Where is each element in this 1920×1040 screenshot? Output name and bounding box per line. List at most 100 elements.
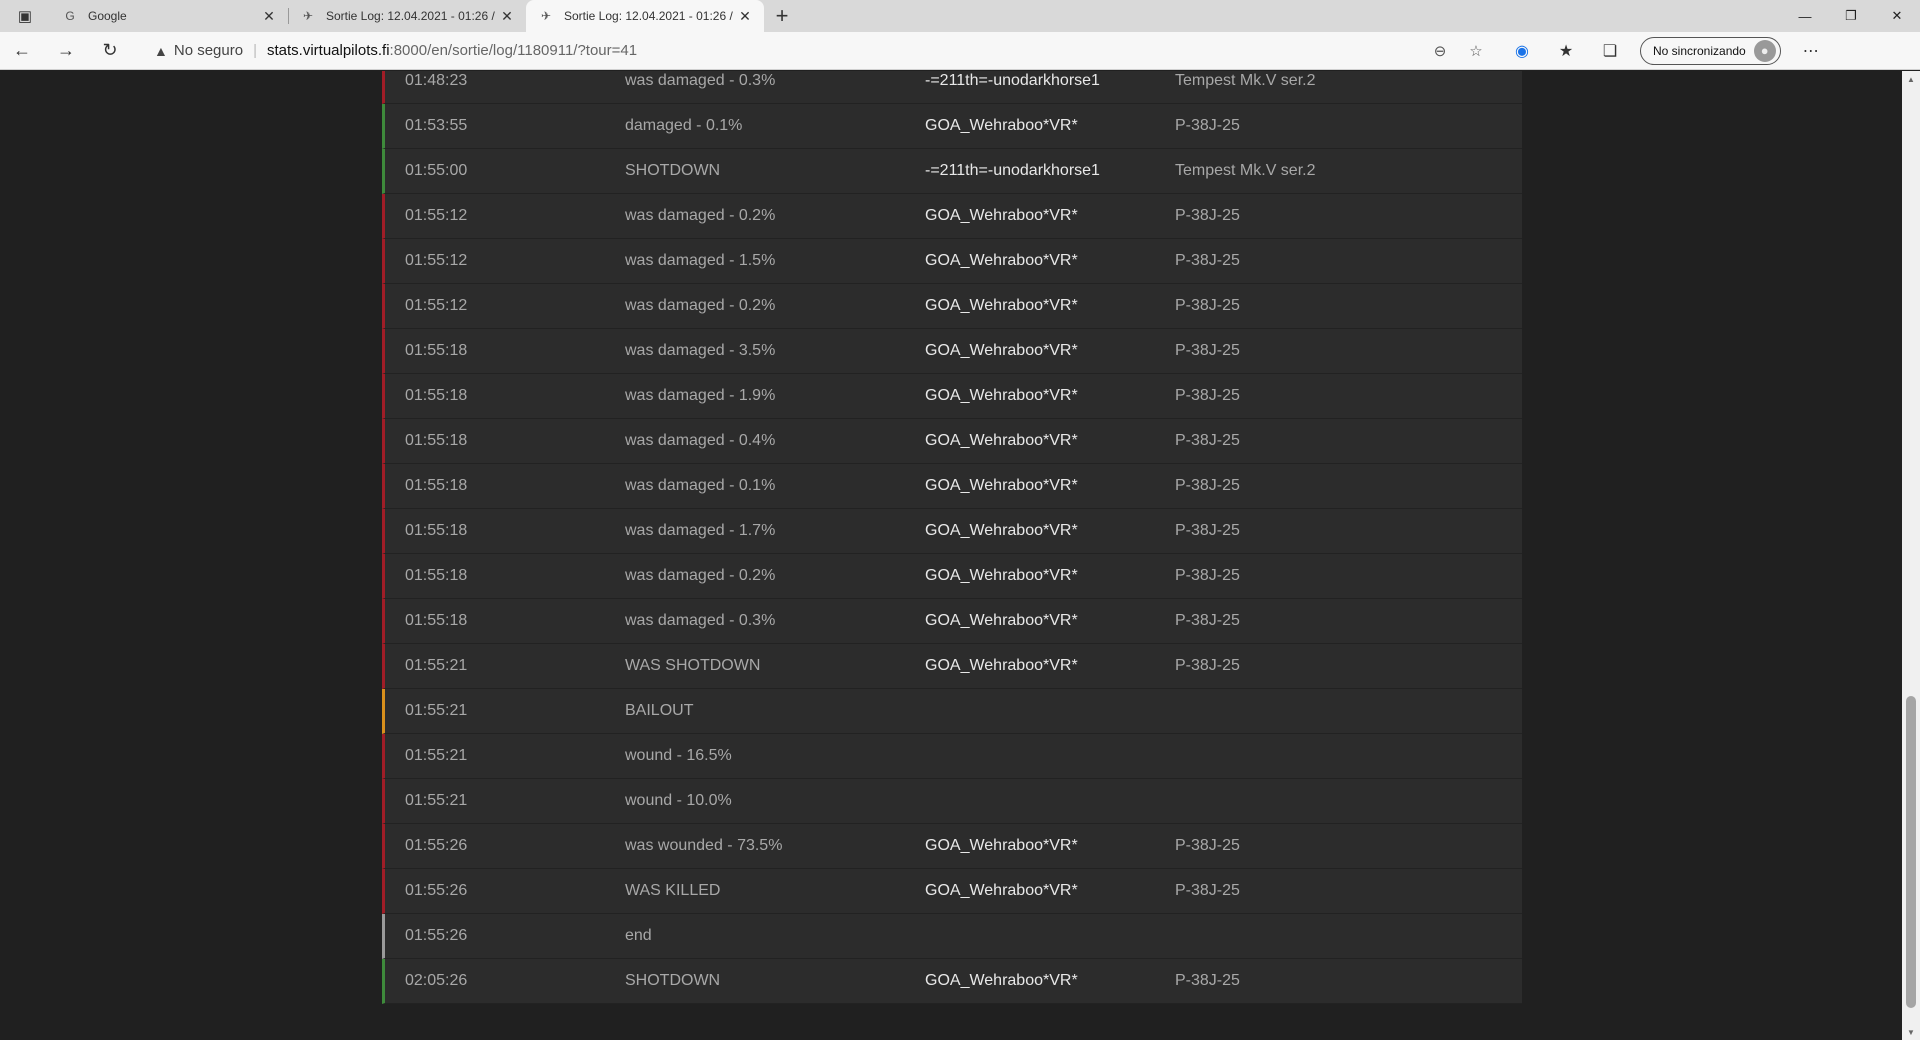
log-event: BAILOUT <box>625 702 694 719</box>
address-separator: | <box>253 42 257 59</box>
log-aircraft: P-38J-25 <box>1175 297 1240 314</box>
tab-actions-icon: ▣ <box>17 8 33 25</box>
log-event: was damaged - 0.2% <box>625 297 776 314</box>
log-event: was damaged - 0.2% <box>625 567 776 584</box>
vertical-scrollbar[interactable]: ▲ ▼ <box>1902 71 1920 1040</box>
log-time: 01:55:21 <box>405 702 468 719</box>
profile-sync-label: No sincronizando <box>1653 43 1746 58</box>
collections-icon[interactable]: ❏ <box>1588 32 1632 70</box>
tab-sortie-log-2[interactable]: ✈ Sortie Log: 12.04.2021 - 01:26 / ✕ <box>526 0 764 32</box>
log-time: 01:55:21 <box>405 657 468 674</box>
log-event: damaged - 0.1% <box>625 117 743 134</box>
log-row: 02:05:26 SHOTDOWN GOA_Wehraboo*VR* P-38J-25 <box>382 959 1522 1004</box>
forward-button[interactable]: → <box>44 32 88 70</box>
minimize-icon[interactable]: — <box>1782 0 1828 32</box>
log-time: 01:55:26 <box>405 927 468 944</box>
log-row: 01:55:12 was damaged - 1.5% GOA_Wehraboo*V… <box>382 239 1522 284</box>
google-favicon-icon: G <box>65 9 75 23</box>
reload-button[interactable]: ↻ <box>88 32 132 70</box>
log-event: wound - 16.5% <box>625 747 732 764</box>
log-pilot: GOA_Wehraboo*VR* <box>925 477 1078 494</box>
log-time: 01:55:18 <box>405 567 468 584</box>
log-pilot: -=211th=-unodarkhorse1 <box>925 162 1100 179</box>
log-row: 01:55:21 wound - 16.5% <box>382 734 1522 779</box>
extension-globe-icon[interactable]: ◉ <box>1500 32 1544 70</box>
log-aircraft: P-38J-25 <box>1175 342 1240 359</box>
log-aircraft: P-38J-25 <box>1175 477 1240 494</box>
sortie-log-table: 01:48:23 was damaged - 0.3% -=211th=-unoda… <box>382 71 1522 1004</box>
new-tab-button[interactable]: + <box>764 0 800 32</box>
arrow-left-icon: ← <box>13 40 31 60</box>
close-tab-icon[interactable]: ✕ <box>260 7 278 25</box>
tab-google[interactable]: G Google ✕ <box>50 0 288 32</box>
log-pilot: GOA_Wehraboo*VR* <box>925 612 1078 629</box>
log-time: 01:55:18 <box>405 342 468 359</box>
address-bar[interactable]: ▲ No seguro | stats.virtualpilots.fi:800… <box>140 36 1500 66</box>
log-event: was damaged - 1.7% <box>625 522 776 539</box>
log-time: 01:55:18 <box>405 612 468 629</box>
more-options-icon[interactable]: ⋯ <box>1789 32 1833 70</box>
log-row: 01:53:55 damaged - 0.1% GOA_Wehraboo*VR* P-… <box>382 104 1522 149</box>
close-tab-icon[interactable]: ✕ <box>736 7 754 25</box>
log-event: WAS KILLED <box>625 882 721 899</box>
zoom-out-icon[interactable]: ⊖ <box>1422 36 1458 66</box>
log-pilot: GOA_Wehraboo*VR* <box>925 252 1078 269</box>
log-event: was damaged - 1.5% <box>625 252 776 269</box>
scroll-down-icon[interactable]: ▼ <box>1902 1024 1920 1040</box>
log-pilot: GOA_Wehraboo*VR* <box>925 657 1078 674</box>
log-event: wound - 10.0% <box>625 792 732 809</box>
browser-toolbar: ← → ↻ ▲ No seguro | stats.virtualpilots.… <box>0 32 1920 70</box>
log-event: was wounded - 73.5% <box>625 837 783 854</box>
log-row: 01:55:18 was damaged - 0.2% GOA_Wehraboo*V… <box>382 554 1522 599</box>
log-time: 01:53:55 <box>405 117 468 134</box>
log-event: was damaged - 0.2% <box>625 207 776 224</box>
security-label[interactable]: No seguro <box>174 42 243 59</box>
log-row: 01:55:18 was damaged - 1.7% GOA_Wehraboo*V… <box>382 509 1522 554</box>
tab-title: Google <box>88 9 127 23</box>
log-aircraft: P-38J-25 <box>1175 387 1240 404</box>
log-aircraft: P-38J-25 <box>1175 657 1240 674</box>
log-aircraft: P-38J-25 <box>1175 252 1240 269</box>
log-time: 01:55:18 <box>405 387 468 404</box>
reload-icon: ↻ <box>102 40 118 60</box>
log-event: SHOTDOWN <box>625 972 721 989</box>
log-event: was damaged - 0.3% <box>625 612 776 629</box>
log-aircraft: Tempest Mk.V ser.2 <box>1175 72 1316 89</box>
log-pilot: GOA_Wehraboo*VR* <box>925 297 1078 314</box>
close-tab-icon[interactable]: ✕ <box>498 7 516 25</box>
log-time: 02:05:26 <box>405 972 468 989</box>
log-pilot: GOA_Wehraboo*VR* <box>925 882 1078 899</box>
url-path: :8000/en/sortie/log/1180911/?tour=41 <box>389 42 638 59</box>
log-pilot: GOA_Wehraboo*VR* <box>925 972 1078 989</box>
log-row: 01:55:12 was damaged - 0.2% GOA_Wehraboo*V… <box>382 284 1522 329</box>
log-event: was damaged - 1.9% <box>625 387 776 404</box>
log-event: was damaged - 0.3% <box>625 72 776 89</box>
add-favorite-icon[interactable]: ☆ <box>1458 36 1494 66</box>
back-button[interactable]: ← <box>0 32 44 70</box>
log-row: 01:55:00 SHOTDOWN -=211th=-unodarkhorse1 Te… <box>382 149 1522 194</box>
log-event: WAS SHOTDOWN <box>625 657 761 674</box>
log-row: 01:55:18 was damaged - 1.9% GOA_Wehraboo*V… <box>382 374 1522 419</box>
tab-title: Sortie Log: 12.04.2021 - 01:26 / <box>564 9 733 23</box>
scroll-up-icon[interactable]: ▲ <box>1902 71 1920 87</box>
close-window-icon[interactable]: ✕ <box>1874 0 1920 32</box>
log-aircraft: P-38J-25 <box>1175 612 1240 629</box>
log-row: 01:55:18 was damaged - 3.5% GOA_Wehraboo*V… <box>382 329 1522 374</box>
tab-actions-button[interactable]: ▣ <box>0 0 50 32</box>
profile-sync-button[interactable]: No sincronizando ● <box>1640 36 1781 65</box>
tab-title: Sortie Log: 12.04.2021 - 01:26 / <box>326 9 495 23</box>
log-pilot: GOA_Wehraboo*VR* <box>925 567 1078 584</box>
log-pilot: GOA_Wehraboo*VR* <box>925 522 1078 539</box>
warning-icon: ▲ <box>154 42 168 59</box>
log-time: 01:48:23 <box>405 72 468 89</box>
log-aircraft: P-38J-25 <box>1175 432 1240 449</box>
favorites-icon[interactable]: ★ <box>1544 32 1588 70</box>
log-time: 01:55:12 <box>405 297 468 314</box>
log-row: 01:48:23 was damaged - 0.3% -=211th=-unoda… <box>382 71 1522 104</box>
restore-icon[interactable]: ❐ <box>1828 0 1874 32</box>
tab-sortie-log-1[interactable]: ✈ Sortie Log: 12.04.2021 - 01:26 / ✕ <box>288 0 526 32</box>
scrollbar-thumb[interactable] <box>1906 696 1916 1008</box>
log-row: 01:55:26 end <box>382 914 1522 959</box>
log-pilot: GOA_Wehraboo*VR* <box>925 387 1078 404</box>
log-time: 01:55:18 <box>405 477 468 494</box>
